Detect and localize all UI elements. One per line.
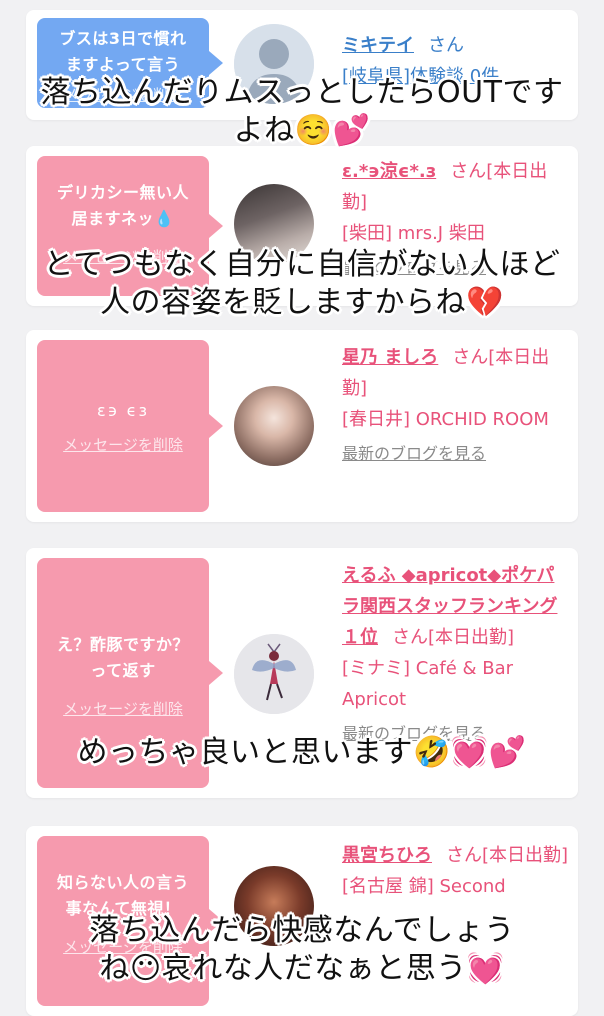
message-text: え？酢豚ですか？ って返す [56, 635, 189, 680]
overlay-caption: めっちゃ良いと思います🤣💓💕 [77, 735, 527, 770]
user-name-link[interactable]: ε.*϶涼ϵ*.з [342, 161, 436, 182]
work-status: [本日出勤] [428, 627, 515, 648]
message-text: ε϶ ϵз [97, 401, 149, 420]
honorific: さん [446, 845, 482, 866]
latest-blog-link[interactable]: 最新のブログを見る [342, 441, 570, 467]
message-text: ブスは3日で慣れ ますよって言う [59, 29, 187, 74]
message-card: ε϶ ϵз メッセージを削除 星乃 ましろ さん[本日出勤] [春日井] ORCH… [26, 330, 578, 522]
honorific: さん [392, 627, 428, 648]
user-location[interactable]: [名古屋 錦] Second [342, 876, 506, 897]
user-info: 黒宮ちひろ さん[本日出勤] [名古屋 錦] Second [342, 840, 570, 902]
overlay-caption: 落ち込んだりムスっとしたらOUTです よね☺️💕 [40, 75, 564, 148]
work-status: [本日出勤] [482, 845, 569, 866]
delete-message-link[interactable]: メッセージを削除 [37, 698, 209, 719]
fairy-icon [234, 634, 314, 714]
delete-message-link[interactable]: メッセージを削除 [37, 434, 209, 455]
avatar[interactable] [234, 386, 314, 466]
user-location[interactable]: [春日井] ORCHID ROOM [342, 409, 549, 430]
user-name-link[interactable]: ミキテイ [342, 35, 414, 56]
user-info: えるふ ◆apricot◆ポケパラ関西スタッフランキング１位 さん[本日出勤] [… [342, 560, 570, 747]
honorific: さん [428, 35, 464, 56]
user-info: 星乃 ましろ さん[本日出勤] [春日井] ORCHID ROOM 最新のブログを… [342, 342, 570, 467]
overlay-caption: とてつもなく自分に自信がない人ほど 人の容姿を貶しますからね💔 [43, 247, 561, 320]
user-location[interactable]: [ミナミ] Café & Bar Apricot [342, 658, 513, 710]
user-name-link[interactable]: 黒宮ちひろ [342, 845, 432, 866]
message-bubble: ε϶ ϵз メッセージを削除 [37, 340, 223, 512]
user-name-link[interactable]: 星乃 ましろ [342, 347, 438, 368]
honorific: さん [452, 347, 489, 368]
honorific: さん [450, 161, 487, 182]
avatar[interactable] [234, 634, 314, 714]
user-location[interactable]: [柴田] mrs.J 柴田 [342, 223, 485, 244]
message-text: デリカシー無い人 居ますネッ💧 [56, 183, 189, 228]
overlay-caption: 落ち込んだら快感なんでしょう ね😶哀れな人だなぁと思う💓 [89, 913, 515, 986]
